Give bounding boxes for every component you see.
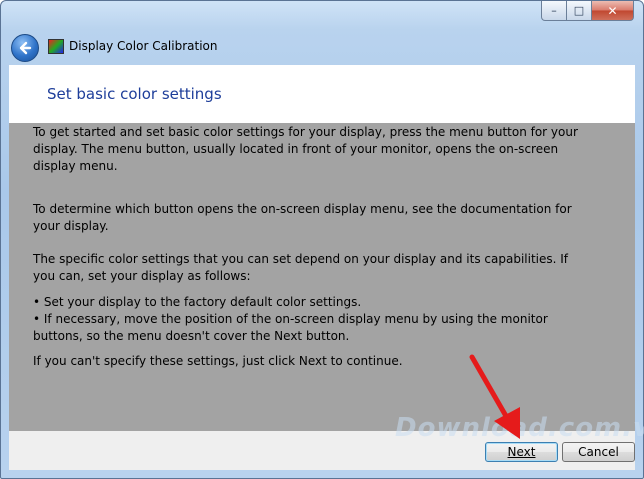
minimize-button[interactable]: –: [541, 1, 567, 21]
bullet-item-1: • Set your display to the factory defaul…: [33, 295, 362, 309]
window-title: Display Color Calibration: [69, 39, 218, 53]
maximize-icon: □: [573, 4, 585, 17]
instruction-paragraph-2: To determine which button opens the on-s…: [33, 202, 572, 233]
back-button[interactable]: [11, 34, 39, 62]
instruction-paragraph-1: To get started and set basic color setti…: [33, 125, 578, 173]
back-arrow-icon: [19, 41, 32, 55]
close-icon: ✕: [607, 3, 618, 18]
maximize-button[interactable]: □: [567, 1, 592, 21]
page-heading: Set basic color settings: [47, 85, 222, 103]
cancel-button[interactable]: Cancel: [562, 442, 635, 462]
instruction-paragraph-3: The specific color settings that you can…: [33, 252, 569, 283]
window-controls: – □ ✕: [541, 1, 634, 21]
minimize-icon: –: [551, 4, 557, 17]
red-arrow-icon: [469, 354, 520, 439]
close-button[interactable]: ✕: [592, 1, 634, 21]
header-pane: Set basic color settings: [9, 65, 635, 123]
bullet-item-2: • If necessary, move the position of the…: [33, 312, 548, 343]
display-calibration-icon: [48, 39, 64, 54]
next-button[interactable]: Next: [485, 442, 558, 462]
calibration-window: – □ ✕ Display Color Calibration Set basi…: [0, 0, 644, 479]
